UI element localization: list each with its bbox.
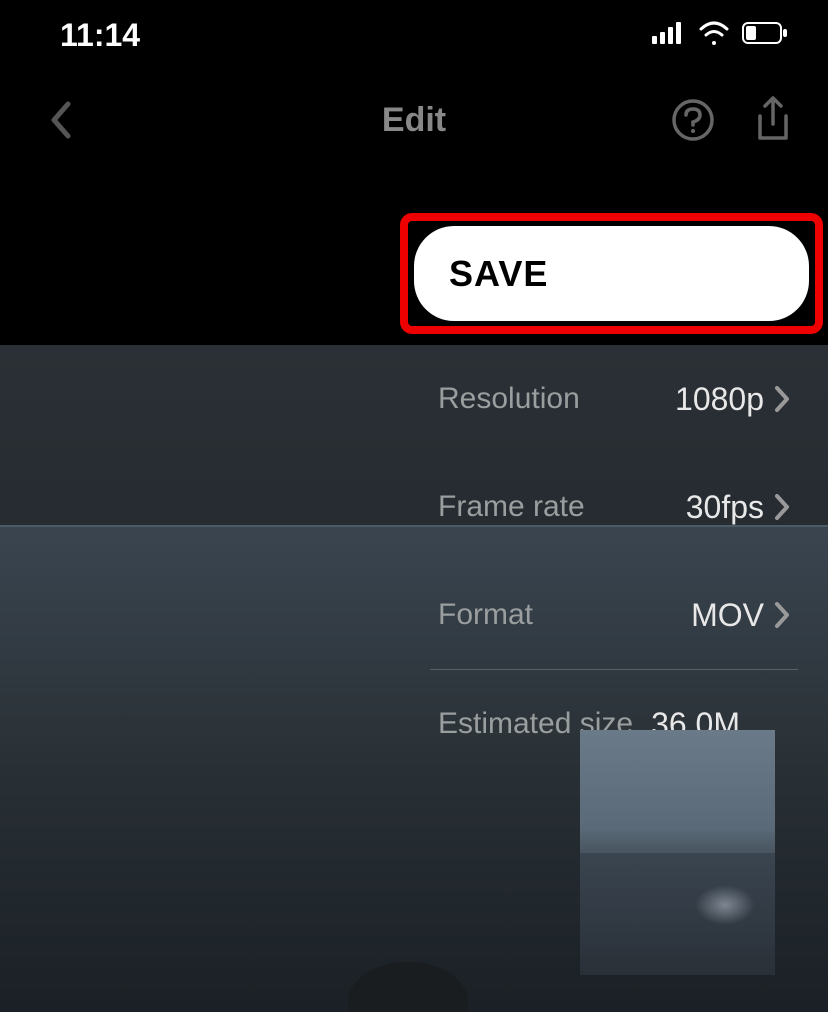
help-button[interactable] [668, 95, 718, 145]
framerate-value: 30fps [686, 489, 764, 526]
chevron-left-icon [48, 100, 72, 140]
nav-right-actions [668, 95, 798, 145]
resolution-value: 1080p [675, 381, 764, 418]
video-thumbnail [580, 730, 775, 975]
format-row[interactable]: Format MOV [430, 561, 798, 669]
thumb-splash [695, 885, 755, 925]
chevron-right-icon [774, 601, 790, 629]
wifi-icon [698, 21, 730, 50]
framerate-label: Frame rate [438, 490, 585, 524]
cellular-icon [652, 22, 686, 49]
status-time: 11:14 [60, 17, 140, 54]
status-icons [652, 21, 788, 50]
export-settings-panel: Resolution 1080p Frame rate 30fps Format [430, 345, 798, 778]
chevron-right-icon [774, 493, 790, 521]
format-value-wrap: MOV [691, 597, 790, 634]
framerate-row[interactable]: Frame rate 30fps [430, 453, 798, 561]
rock-shape [348, 962, 468, 1012]
resolution-value-wrap: 1080p [675, 381, 790, 418]
share-button[interactable] [748, 95, 798, 145]
format-value: MOV [691, 597, 764, 634]
chevron-right-icon [774, 385, 790, 413]
share-icon [754, 96, 792, 144]
back-button[interactable] [30, 90, 90, 150]
framerate-value-wrap: 30fps [686, 489, 790, 526]
resolution-row[interactable]: Resolution 1080p [430, 345, 798, 453]
battery-icon [742, 22, 788, 49]
content-area: Resolution 1080p Frame rate 30fps Format [0, 345, 828, 1012]
status-bar: 11:14 [0, 0, 828, 70]
resolution-label: Resolution [438, 382, 580, 416]
nav-bar: Edit [0, 70, 828, 170]
question-circle-icon [671, 98, 715, 142]
format-label: Format [438, 598, 533, 632]
save-highlight-box [400, 213, 823, 334]
page-title: Edit [382, 101, 446, 140]
